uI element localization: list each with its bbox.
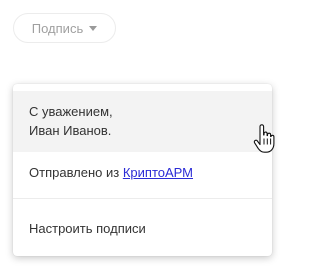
cryptoarm-link[interactable]: КриптоАРМ	[123, 165, 193, 180]
signature-line-1: С уважением,	[29, 104, 113, 119]
signature-line-2: Иван Иванов.	[29, 123, 112, 138]
signature-dropdown-screen: Подпись С уважением, Иван Иванов. Отправ…	[0, 0, 290, 270]
menu-divider	[13, 198, 272, 199]
signature-button-label: Подпись	[31, 20, 84, 36]
caret-down-icon	[89, 26, 98, 31]
configure-signatures-label: Настроить подписи	[29, 221, 146, 236]
menu-item-configure-signatures[interactable]: Настроить подписи	[13, 208, 272, 248]
sent-from-label: Отправлено из	[29, 165, 123, 180]
menu-item-sent-from[interactable]: Отправлено из КриптоАРМ	[13, 154, 272, 197]
signature-dropdown-button[interactable]: Подпись	[13, 13, 116, 43]
menu-item-signature[interactable]: С уважением, Иван Иванов.	[13, 91, 272, 152]
signature-menu: С уважением, Иван Иванов. Отправлено из …	[13, 84, 272, 256]
